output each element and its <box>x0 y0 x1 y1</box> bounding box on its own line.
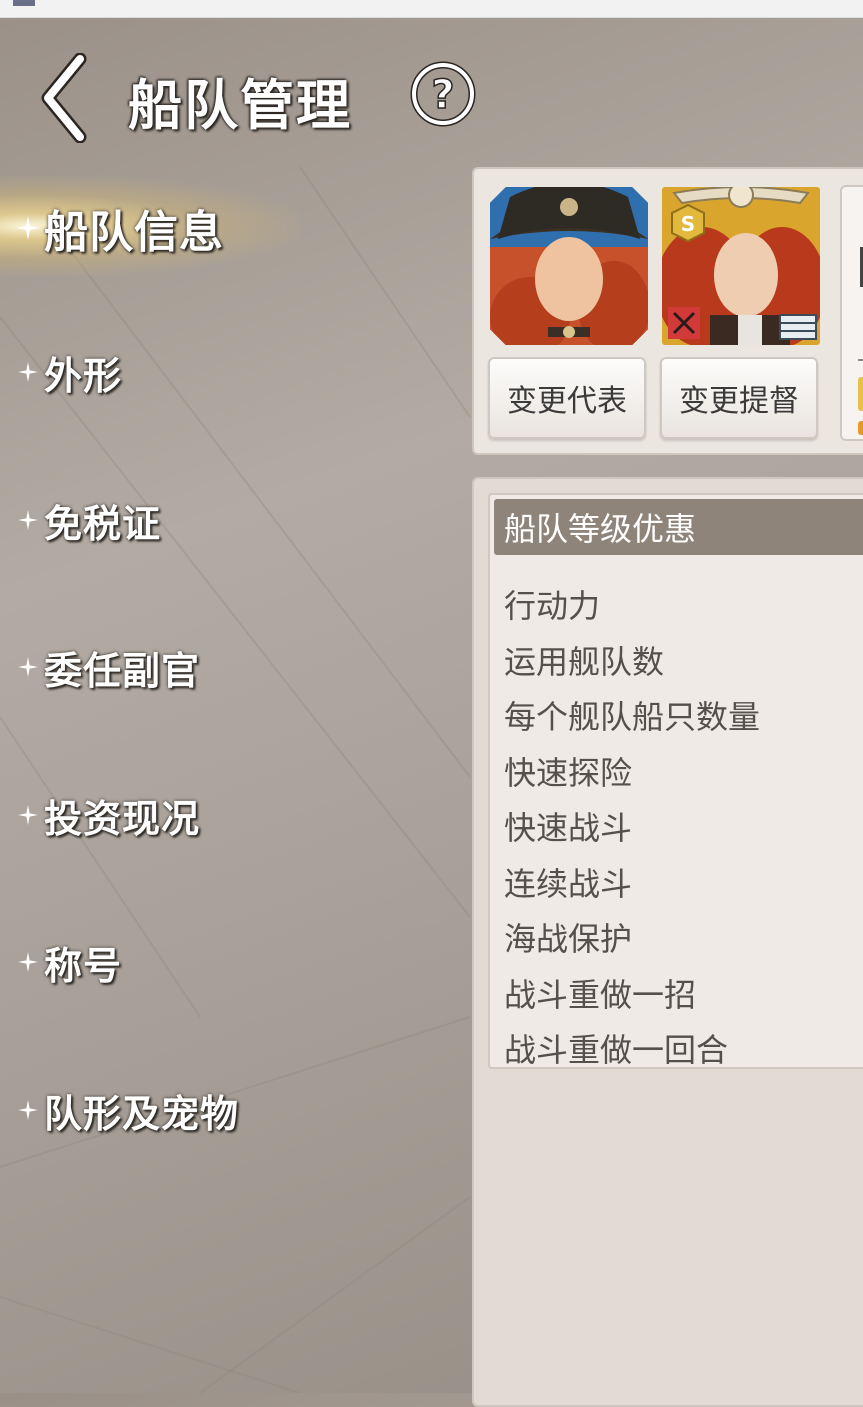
list-item: 海战保护 <box>504 920 633 958</box>
orange-bar-icon <box>858 421 863 435</box>
sidebar-item-label: 称号 <box>44 943 123 988</box>
sidebar-item-fleet-info[interactable]: 船队信息 <box>16 188 224 268</box>
sidebar-item-appoint-adjutant[interactable]: 委任副官 <box>16 627 200 707</box>
sidebar-item-label: 免税证 <box>44 501 162 546</box>
header-bar: 船队管理 ? <box>0 17 863 143</box>
perk-list: 船队等级优惠 行动力 运用舰队数 每个舰队船只数量 快速探险 快速战斗 连续战斗… <box>488 493 863 1069</box>
list-item: 战斗重做一回合 <box>504 1031 729 1069</box>
fleet-info-top-panel: S 变更代表 变更提督 <box>472 167 863 455</box>
sparkle-star-icon <box>16 216 40 240</box>
list-item: 快速战斗 <box>504 809 633 847</box>
sidebar-item-appearance[interactable]: 外形 <box>16 332 122 412</box>
representative-portrait[interactable] <box>490 187 648 345</box>
sparkle-star-icon <box>18 510 38 530</box>
sparkle-star-icon <box>18 362 38 382</box>
help-question-icon[interactable]: ? <box>410 61 476 127</box>
list-item: 行动力 <box>504 587 601 625</box>
sidebar-item-label: 投资现况 <box>44 796 201 841</box>
sparkle-star-icon <box>18 1100 38 1120</box>
list-item: 运用舰队数 <box>504 643 665 681</box>
svg-text:?: ? <box>431 72 454 118</box>
sparkle-star-icon <box>18 657 38 677</box>
admiral-grade-label: S <box>681 212 695 236</box>
system-top-strip <box>0 0 863 18</box>
page-title: 船队管理 <box>128 74 352 137</box>
sidebar-item-tax-free-pass[interactable]: 免税证 <box>16 480 161 560</box>
list-item: 战斗重做一招 <box>504 976 697 1014</box>
sidebar-item-titles[interactable]: 称号 <box>16 922 122 1002</box>
list-item: 每个舰队船只数量 <box>504 698 761 736</box>
sidebar-item-label: 船队信息 <box>44 207 224 258</box>
change-admiral-button[interactable]: 变更提督 <box>660 357 818 439</box>
sparkle-star-icon <box>18 952 38 972</box>
fleet-perks-panel: 船队等级优惠 行动力 运用舰队数 每个舰队船只数量 快速探险 快速战斗 连续战斗… <box>472 477 863 1407</box>
sidebar-item-label: 委任副官 <box>44 648 201 693</box>
sidebar-item-formation-pets[interactable]: 队形及宠物 <box>16 1070 239 1150</box>
list-item: 连续战斗 <box>504 865 633 903</box>
sparkle-star-icon <box>18 805 38 825</box>
card-divider <box>858 359 863 361</box>
admiral-portrait[interactable]: S <box>662 187 820 345</box>
gold-badge-icon <box>858 377 863 411</box>
perk-list-header: 船队等级优惠 <box>494 499 863 555</box>
sidebar-item-label: 队形及宠物 <box>44 1091 240 1136</box>
back-arrow-icon[interactable] <box>36 53 96 143</box>
app-thumbnail <box>13 0 35 6</box>
sidebar-item-investment-status[interactable]: 投资现况 <box>16 775 200 855</box>
list-item: 快速探险 <box>504 754 633 792</box>
change-representative-button[interactable]: 变更代表 <box>488 357 646 439</box>
sidebar-item-label: 外形 <box>44 353 123 398</box>
fleet-level-card <box>840 185 863 441</box>
